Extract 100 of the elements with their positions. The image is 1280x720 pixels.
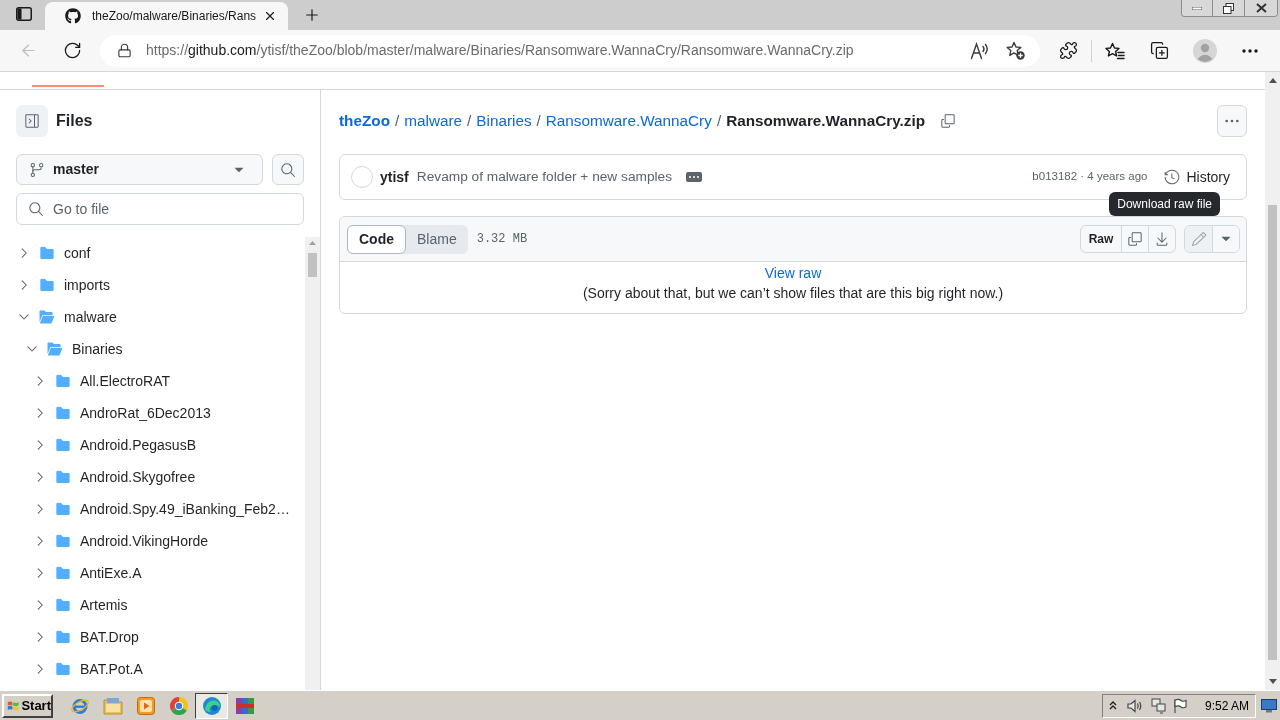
collapse-sidebar-button[interactable] xyxy=(16,105,48,137)
close-icon xyxy=(263,9,277,23)
plus-icon xyxy=(303,6,321,24)
start-button[interactable]: Start xyxy=(2,693,53,718)
scroll-up-icon xyxy=(1268,78,1277,83)
scroll-up-icon xyxy=(309,241,316,245)
active-tab-underline xyxy=(32,85,104,87)
puzzle-icon xyxy=(1058,41,1078,60)
round-browser-icon xyxy=(168,695,189,716)
history-icon xyxy=(1164,169,1181,185)
profile-avatar-icon xyxy=(1193,38,1217,63)
scroll-down-icon xyxy=(1268,679,1277,684)
reload-icon xyxy=(62,41,82,60)
browser-tab[interactable]: theZoo/malware/Binaries/Rans xyxy=(45,2,288,30)
sidebar-title: Files xyxy=(56,111,93,131)
books-stack-icon xyxy=(234,695,255,716)
folder-icon xyxy=(55,629,71,645)
copy-icon xyxy=(1127,231,1143,247)
path-separator: / xyxy=(536,110,541,131)
tree-item[interactable]: AndroRat_6Dec2013 xyxy=(0,397,305,429)
folder-icon xyxy=(55,565,71,581)
view-tab[interactable]: Code xyxy=(347,224,406,254)
play-icon xyxy=(136,696,155,715)
path-separator: / xyxy=(467,110,472,131)
monitor-icon xyxy=(1261,698,1277,713)
address-bar[interactable]: https://github.com/ytisf/theZoo/blob/master/malware/Binaries/Ransomware.WannaCry/Ransomware.WannaCry.zip xyxy=(100,34,1040,67)
clock: 9:52 AM xyxy=(1204,697,1249,715)
author-link[interactable]: ytisf xyxy=(380,166,409,188)
branch-icon xyxy=(29,161,45,178)
read-aloud-icon xyxy=(970,41,990,60)
minimize-icon xyxy=(1192,6,1202,10)
pencil-icon xyxy=(1190,231,1207,247)
folder-link[interactable]: malware xyxy=(404,109,463,133)
tree-item[interactable]: BAT.Pot.A xyxy=(0,653,305,685)
tree-item[interactable]: conf xyxy=(0,237,305,269)
tree-item[interactable]: Android.PegasusB xyxy=(0,429,305,461)
folder-link[interactable]: Binaries xyxy=(476,109,532,133)
folder-icon xyxy=(55,469,71,485)
folder-icon xyxy=(39,277,55,293)
tree-item[interactable]: imports xyxy=(0,269,305,301)
open-folder-icon xyxy=(47,342,63,356)
tree-item[interactable]: BAT.Drop xyxy=(0,621,305,653)
too-large-message: (Sorry about that, but we can’t show files that are this big right now.) xyxy=(582,284,1004,303)
view-tab[interactable]: Blame xyxy=(406,224,468,254)
search-button[interactable] xyxy=(272,154,304,185)
github-logo-icon xyxy=(65,8,81,24)
flag-icon xyxy=(1172,697,1187,714)
path-separator: / xyxy=(395,110,400,131)
search-icon xyxy=(280,161,296,178)
tree-item[interactable]: All.ElectroRAT xyxy=(0,365,305,397)
close-window-button[interactable] xyxy=(1244,0,1277,16)
star-add-icon xyxy=(1006,40,1026,61)
sidebar-icon xyxy=(24,113,40,129)
branch-select[interactable]: master xyxy=(16,154,263,185)
repo-link[interactable]: theZoo xyxy=(339,109,390,133)
expand-message-button[interactable] xyxy=(686,172,703,182)
go-to-file-field[interactable]: Go to file xyxy=(16,193,304,225)
swirl-icon xyxy=(201,695,222,716)
history-button[interactable]: History xyxy=(1164,166,1230,188)
open-folder-icon xyxy=(39,310,55,324)
network-icon xyxy=(1150,697,1167,714)
folder-link[interactable]: Ransomware.WannaCry xyxy=(545,109,712,133)
path-separator: / xyxy=(716,110,722,131)
restore-button[interactable] xyxy=(1212,0,1244,16)
tree-item[interactable]: AntiExe.A xyxy=(0,557,305,589)
download-icon xyxy=(1154,231,1170,247)
tree-item[interactable]: Android.Skygofree xyxy=(0,461,305,493)
tree-item[interactable]: Artemis xyxy=(0,589,305,621)
more-icon xyxy=(1242,48,1258,53)
speaker-icon xyxy=(1126,698,1143,713)
folder-icon xyxy=(55,661,71,677)
folder-icon xyxy=(55,533,71,549)
folder-icon xyxy=(55,405,71,421)
tree-item[interactable]: Android.Spy.49_iBanking_Feb2… xyxy=(0,493,305,525)
folder-icon xyxy=(39,245,55,261)
folder-icon xyxy=(55,437,71,453)
commit-meta: b013182 · 4 years ago xyxy=(1032,169,1148,185)
lock-icon xyxy=(117,43,132,58)
folder-icon xyxy=(55,373,71,389)
url-text: https://github.com/ytisf/theZoo/blob/master/malware/Binaries/Ransomware.WannaCry/Ransomware.WannaCry.zip xyxy=(146,41,854,60)
tree-item[interactable]: malware xyxy=(0,301,305,333)
tree-item[interactable]: Binaries xyxy=(0,333,305,365)
tree-item[interactable]: Android.VikingHorde xyxy=(0,525,305,557)
collections-icon xyxy=(1149,41,1169,60)
view-raw-link[interactable]: View raw xyxy=(764,263,822,283)
folder-icon xyxy=(102,696,123,715)
scrollbar-thumb xyxy=(308,253,317,277)
favorites-icon xyxy=(1105,41,1125,60)
folder-icon xyxy=(55,597,71,613)
commit-message: Revamp of malware folder + new samples xyxy=(416,167,673,186)
file-size: 3.32 MB xyxy=(476,231,528,248)
chevrons-up-icon xyxy=(1108,701,1117,710)
taskbar-app-button[interactable] xyxy=(195,692,228,719)
restore-icon xyxy=(1223,2,1234,14)
show-desktop-button[interactable] xyxy=(1260,696,1278,715)
edit-menu-button[interactable] xyxy=(1212,226,1239,252)
folder-icon xyxy=(55,501,71,517)
tooltip: Download raw file xyxy=(1109,192,1220,216)
copy-icon xyxy=(940,113,957,129)
avatar-placeholder xyxy=(351,166,373,188)
